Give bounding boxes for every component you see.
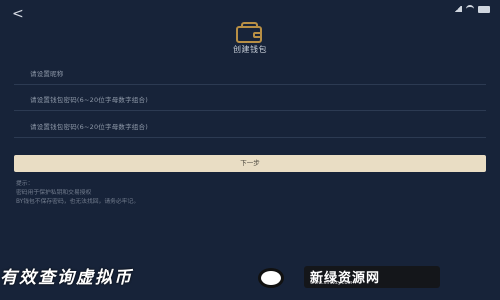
site-logo: 新绿资源网 www.xinlvzy.com — [304, 266, 440, 288]
password-field[interactable]: 请设置钱包密码(6~20位字母数字组合) — [14, 90, 486, 111]
notes-line-2: BY钱包不保存密码，也无法找回，请务必牢记。 — [16, 199, 140, 205]
nickname-placeholder: 请设置昵称 — [30, 70, 64, 78]
next-button[interactable]: 下一步 — [14, 155, 486, 172]
wallet-icon — [236, 22, 262, 43]
notes: 提示： 密码用于保护私钥和交易授权 BY钱包不保存密码，也无法找回，请务必牢记。 — [16, 180, 456, 207]
notes-line-1: 密码用于保护私钥和交易授权 — [16, 190, 92, 196]
status-icons — [454, 5, 490, 13]
site-logo-en: www.xinlvzy.com — [310, 280, 353, 286]
watermark-text-span: 有效查询虚拟币 — [0, 268, 133, 288]
confirm-password-placeholder: 请设置钱包密码(6~20位字母数字组合) — [30, 123, 148, 131]
status-bar: < — [0, 0, 500, 22]
notes-title: 提示： — [16, 181, 34, 187]
wifi-icon — [466, 5, 474, 13]
logo-badge-icon — [258, 268, 284, 288]
create-wallet-screen: < 创建钱包 请设置昵称 请设置钱包密码(6~20位字母数字组合) 请设置钱包密… — [0, 0, 500, 300]
back-button[interactable]: < — [12, 6, 28, 22]
page-title: 创建钱包 — [233, 45, 267, 54]
nickname-field[interactable]: 请设置昵称 — [14, 64, 486, 85]
confirm-password-field[interactable]: 请设置钱包密码(6~20位字母数字组合) — [14, 117, 486, 138]
password-placeholder: 请设置钱包密码(6~20位字母数字组合) — [30, 96, 148, 104]
signal-icon — [454, 6, 462, 12]
battery-icon — [478, 5, 490, 13]
